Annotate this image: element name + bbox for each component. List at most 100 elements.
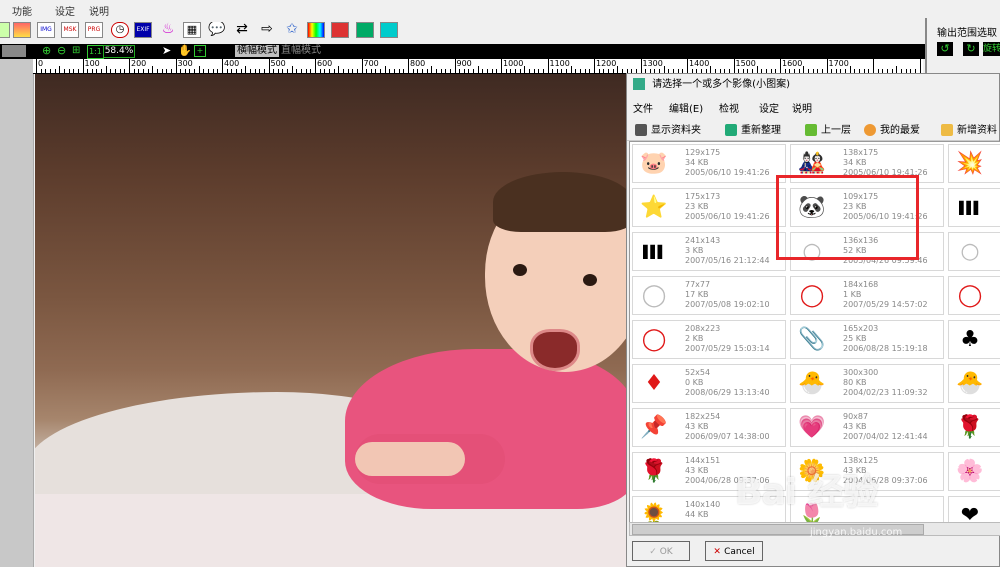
ruler-tick [380,69,382,73]
new-folder-button[interactable]: 新增资料 [941,121,997,136]
arrows-icon[interactable]: ⇄ [233,22,251,38]
ok-button[interactable]: ✓ OK [632,541,690,561]
pointer-icon[interactable]: ➤ [162,44,171,58]
ruler-tick [603,69,605,73]
crop-icon[interactable]: + [194,45,206,57]
thumbnail-item[interactable]: 🐣 300x300 80 KB 2004/02/23 11:09:32 [790,364,944,403]
up-level-button[interactable]: 上一层 [805,121,851,136]
thumbnail-item[interactable]: ♣ [948,320,1000,359]
img-icon[interactable] [0,22,10,38]
dialog-menu-help[interactable]: 说明 [792,100,812,115]
ruler-label: 1100 [549,59,570,68]
ruler-tick [110,69,112,73]
ruler-tick [36,59,37,73]
burst-icon: 💥 [956,151,984,176]
ruler-tick [584,69,586,73]
thumbnail-item[interactable]: ▌▌▌ 241x143 3 KB 2007/05/16 21:12:44 [632,232,786,271]
ruler-tick [142,69,144,73]
thumbnail-item[interactable]: ○ [948,232,1000,271]
thumbnail-size: 43 KB [685,422,709,431]
ruler-tick [231,69,233,73]
prg-icon[interactable]: PRG [85,22,103,38]
hand-icon[interactable]: ✋ [178,44,192,58]
check-icon: ✓ [649,547,660,557]
ruler-tick [147,69,149,73]
menu-item-function[interactable]: 功能 [12,3,32,18]
ruler-tick [254,69,256,73]
thumbnail-item[interactable]: 💗 90x87 43 KB 2007/04/02 12:41:44 [790,408,944,447]
ruler-tick [49,69,51,73]
ruler-tick [394,69,396,73]
thumbnail-item[interactable]: 🌹 [948,408,1000,447]
thumbnail-item[interactable]: 🌸 [948,452,1000,491]
msk-icon[interactable]: MSK [61,22,79,38]
ruler-tick [347,69,349,73]
rotate-button[interactable]: 旋转 [983,42,1000,56]
thumbnail-item[interactable]: ◯ [948,276,1000,315]
arrow-right-icon[interactable]: ⇨ [258,22,276,38]
mode-vertical-button[interactable]: 直幅模式 [279,45,323,57]
refresh-button[interactable]: 重新整理 [725,121,781,136]
thumbnail-item[interactable]: ◯ 77x77 17 KB 2007/05/08 19:02:10 [632,276,786,315]
favorites-button[interactable]: 我的最爱 [864,121,920,136]
folder-icon[interactable] [2,45,26,57]
thumbnail-date: 2008/06/29 13:13:40 [685,388,770,397]
palette-icon[interactable] [307,22,325,38]
dialog-menu-view[interactable]: 检视 [719,100,739,115]
cake-icon[interactable]: ♨ [159,22,177,38]
menu-item-settings[interactable]: 设定 [55,3,75,18]
image-icon[interactable] [13,22,31,38]
pushpin-icon: 📌 [640,415,668,440]
speech-icon[interactable]: 💬 [208,22,226,38]
menu-item-help[interactable]: 说明 [89,3,109,18]
clock-icon[interactable]: ◷ [111,22,129,38]
baby-eye-right [583,274,597,286]
thumbnail-item[interactable]: ❤ [948,496,1000,522]
thumbnail-size: 2 KB [685,334,704,343]
thumbnail-info: 165x203 25 KB 2006/08/28 15:19:18 [843,324,928,354]
ruler-tick [473,69,475,73]
thumbnail-item[interactable]: 💥 [948,144,1000,183]
ruler-tick [440,69,442,73]
thumbnail-item[interactable]: 🐣 [948,364,1000,403]
thumbnail-item[interactable]: ▌▌▌ [948,188,1000,227]
picture-icon[interactable] [356,22,374,38]
fit-window-icon[interactable]: ⊞ [72,45,80,57]
ruler-tick [166,69,168,73]
ruler-tick [496,69,498,73]
dialog-menu-file[interactable]: 文件 [633,100,653,115]
thumbnail-item[interactable]: ◯ 184x168 1 KB 2007/05/29 14:57:02 [790,276,944,315]
mode-horizontal-button[interactable]: 横幅模式 [235,45,279,57]
exif-icon[interactable]: EXIF [134,22,152,38]
zoom-level: 58.4% [103,45,135,58]
ruler-tick [361,59,363,73]
monitor-icon[interactable] [380,22,398,38]
img-label-icon[interactable]: IMG [37,22,55,38]
ruler-tick [598,69,600,73]
rotate-left-icon[interactable]: ↺ [937,42,953,56]
calendar-icon[interactable]: ▦ [183,22,201,38]
barcode-icon: ▌▌▌ [643,245,667,259]
image-canvas[interactable] [35,74,630,567]
ruler-tick [408,59,409,73]
thumbnail-info: 90x87 43 KB 2007/04/02 12:41:44 [843,412,928,442]
dialog-menu-bar: 文件 编辑(E) 检视 设定 说明 [627,97,999,115]
dialog-menu-settings[interactable]: 设定 [759,100,779,115]
thumbnail-item[interactable]: ◯ 208x223 2 KB 2007/05/29 15:03:14 [632,320,786,359]
edit-icon[interactable] [331,22,349,38]
thumbnail-item[interactable]: 📎 165x203 25 KB 2006/08/28 15:19:18 [790,320,944,359]
cancel-button[interactable]: ✕ Cancel [705,541,763,561]
rotate-right-icon[interactable]: ↻ [963,42,979,56]
show-folders-button[interactable]: 显示资料夹 [635,121,701,136]
ruler-tick [403,69,405,73]
ruler-tick [96,69,98,73]
dialog-menu-edit[interactable]: 编辑(E) [669,100,703,115]
actual-size-button[interactable]: 1:1 [87,45,104,59]
thumbnail-item[interactable]: 🐷 129x175 34 KB 2005/06/10 19:41:26 [632,144,786,183]
zoom-in-icon[interactable]: ⊕ [42,45,51,57]
star-icon[interactable]: ✩ [283,22,301,38]
thumbnail-item[interactable]: ⭐ 175x173 23 KB 2005/06/10 19:41:26 [632,188,786,227]
zoom-out-icon[interactable]: ⊖ [57,45,66,57]
thumbnail-item[interactable]: 📌 182x254 43 KB 2006/09/07 14:38:00 [632,408,786,447]
thumbnail-item[interactable]: ♦ 52x54 0 KB 2008/06/29 13:13:40 [632,364,786,403]
